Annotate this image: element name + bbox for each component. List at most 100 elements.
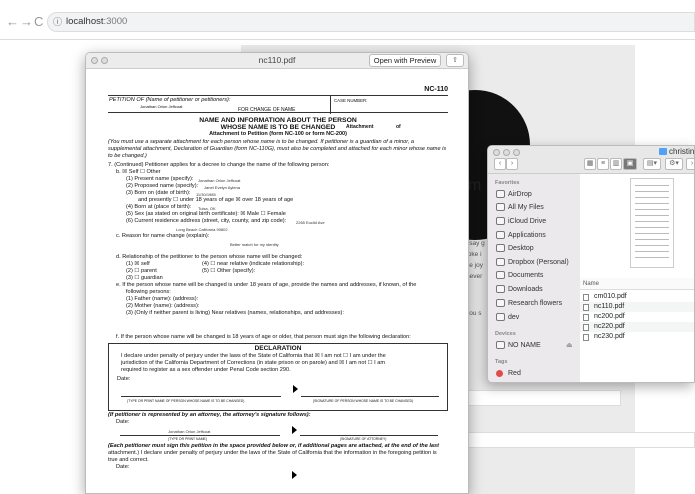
finder-zoom-button[interactable] [513, 149, 520, 156]
finder-forward-button[interactable]: › [506, 158, 518, 170]
finder-titlebar: christini ‹ › ▦ ≡ ▥ ▣ ▤▾ ⚙▾ › [488, 146, 695, 174]
reason-value: Better match for my identity [230, 242, 279, 247]
sidebar-item-desktop[interactable]: Desktop [496, 243, 580, 255]
form-heading-3: Attachment to Petition (form NC-100 or f… [209, 131, 347, 137]
sidebar-item-all-my-files[interactable]: All My Files [496, 202, 580, 214]
form-intro: (You must use a separate attachment for … [108, 139, 447, 160]
list-view-button[interactable]: ≡ [597, 158, 609, 170]
for-change-label: FOR CHANGE OF NAME [238, 107, 296, 113]
item-f: f. If the person whose name will be chan… [116, 334, 411, 340]
pdf-titlebar: nc110.pdf Open with Preview ⇧ [86, 53, 468, 69]
finder-content: Name cm010.pdf nc110.pdf nc200.pdf nc220… [580, 174, 694, 382]
form-number: NC-110 [424, 86, 448, 93]
finder-sidebar: Favorites AirDrop All My Files iCloud Dr… [488, 174, 580, 382]
file-row-selected[interactable]: nc110.pdf [580, 302, 694, 312]
file-name: nc200.pdf [594, 313, 625, 320]
file-row[interactable]: nc230.pdf [580, 332, 694, 342]
favorites-header: Favorites [495, 180, 520, 186]
sidebar-item-dropbox[interactable]: Dropbox (Personal) [496, 257, 580, 269]
dropbox-icon [496, 258, 505, 267]
forward-button[interactable]: → [20, 14, 33, 29]
petitioner-name: Jonathan Orion Jeffcoat [140, 104, 183, 109]
red-tag-icon [496, 369, 503, 377]
name-column-header[interactable]: Name [580, 278, 694, 290]
sidebar-label: Applications [508, 232, 546, 239]
file-name: nc220.pdf [594, 323, 625, 330]
web-input-2[interactable] [466, 432, 695, 448]
downloads-icon [496, 285, 505, 294]
folder-icon [496, 313, 505, 322]
reload-button[interactable]: C [34, 14, 43, 29]
url-host: localhost [66, 16, 104, 27]
gear-icon: ⚙▾ [669, 160, 679, 167]
sidebar-label: Dropbox (Personal) [508, 259, 569, 266]
finder-close-button[interactable] [493, 149, 500, 156]
item-c: c. Reason for name change (explain): [116, 233, 210, 239]
sidebar-label: dev [508, 314, 520, 321]
pdf-file-icon [583, 294, 589, 301]
info-icon[interactable]: ⓘ [53, 13, 62, 31]
sidebar-item-no-name[interactable]: NO NAME ⏏ [496, 340, 580, 352]
action-gear-button[interactable]: ⚙▾ [665, 158, 683, 170]
sidebar-item-documents[interactable]: Documents [496, 270, 580, 282]
case-number-label: CASE NUMBER: [334, 98, 368, 103]
sidebar-item-research-flowers[interactable]: Research flowers [496, 298, 580, 310]
file-row[interactable]: cm010.pdf [580, 292, 694, 302]
residence-label: (6) Current residence address (street, c… [126, 218, 287, 224]
finder-back-button[interactable]: ‹ [494, 158, 506, 170]
drive-icon [496, 341, 505, 350]
icloud-icon [496, 217, 505, 226]
finder-overflow-button[interactable]: › [686, 158, 694, 170]
file-name: cm010.pdf [594, 293, 627, 300]
sidebar-item-dev[interactable]: dev [496, 312, 580, 324]
each-petitioner-2: attachment.) I declare under penalty of … [108, 450, 437, 456]
all-files-icon [496, 203, 505, 212]
final-sign-arrow-icon [292, 471, 297, 479]
residence-value: 2265 Euclid Ave [296, 220, 325, 225]
eject-icon[interactable]: ⏏ [566, 340, 573, 352]
sidebar-label: Downloads [508, 286, 543, 293]
sidebar-item-tag-red[interactable]: Red [496, 368, 580, 380]
web-input-1[interactable] [466, 390, 621, 406]
file-preview-thumbnail [630, 178, 674, 268]
pdf-viewer-window: nc110.pdf Open with Preview ⇧ NC-110 PET… [85, 52, 469, 494]
declaration-box: DECLARATION I declare under penalty of p… [108, 343, 448, 411]
file-row[interactable]: nc200.pdf [580, 312, 694, 322]
share-button[interactable]: ⇧ [446, 54, 464, 67]
tags-header: Tags [495, 359, 508, 365]
documents-icon [496, 271, 505, 280]
sidebar-item-icloud-drive[interactable]: iCloud Drive [496, 216, 580, 228]
finder-minimize-button[interactable] [503, 149, 510, 156]
folder-icon [496, 299, 505, 308]
form-caption: PETITION OF (Name of petitioner or petit… [108, 95, 448, 114]
petition-of: PETITION OF (Name of petitioner or petit… [108, 96, 331, 114]
url-bar[interactable]: ⓘ localhost:3000 [47, 12, 695, 32]
finder-window: christini ‹ › ▦ ≡ ▥ ▣ ▤▾ ⚙▾ › Favorites … [487, 145, 695, 383]
sidebar-label: Red [508, 370, 521, 377]
sidebar-label: Documents [508, 272, 544, 279]
back-button[interactable]: ← [6, 14, 19, 29]
sidebar-item-applications[interactable]: Applications [496, 230, 580, 242]
icon-view-button[interactable]: ▦ [584, 158, 596, 170]
arrange-button[interactable]: ▤▾ [643, 158, 661, 170]
final-date: Date: [116, 464, 130, 470]
attorney-heading: (If petitioner is represented by an atto… [108, 412, 311, 418]
file-row[interactable]: nc220.pdf [580, 322, 694, 332]
signature-line [301, 396, 439, 397]
declaration-title: DECLARATION [254, 345, 302, 352]
relationship-other: (5) ☐ Other (specify): [202, 268, 256, 274]
desktop-icon [496, 244, 505, 253]
column-view-button[interactable]: ▥ [610, 158, 622, 170]
folder-icon [659, 148, 667, 155]
finder-folder-name: christini [669, 147, 695, 156]
gallery-view-button[interactable]: ▣ [623, 158, 637, 170]
airdrop-icon [496, 190, 505, 199]
open-with-preview-button[interactable]: Open with Preview [369, 54, 441, 67]
pdf-file-icon [583, 304, 589, 311]
sidebar-label: Research flowers [508, 300, 563, 307]
applications-icon [496, 231, 505, 240]
sidebar-item-airdrop[interactable]: AirDrop [496, 189, 580, 201]
sidebar-item-downloads[interactable]: Downloads [496, 284, 580, 296]
declaration-date: Date: [117, 376, 131, 382]
file-name: nc230.pdf [594, 333, 625, 340]
